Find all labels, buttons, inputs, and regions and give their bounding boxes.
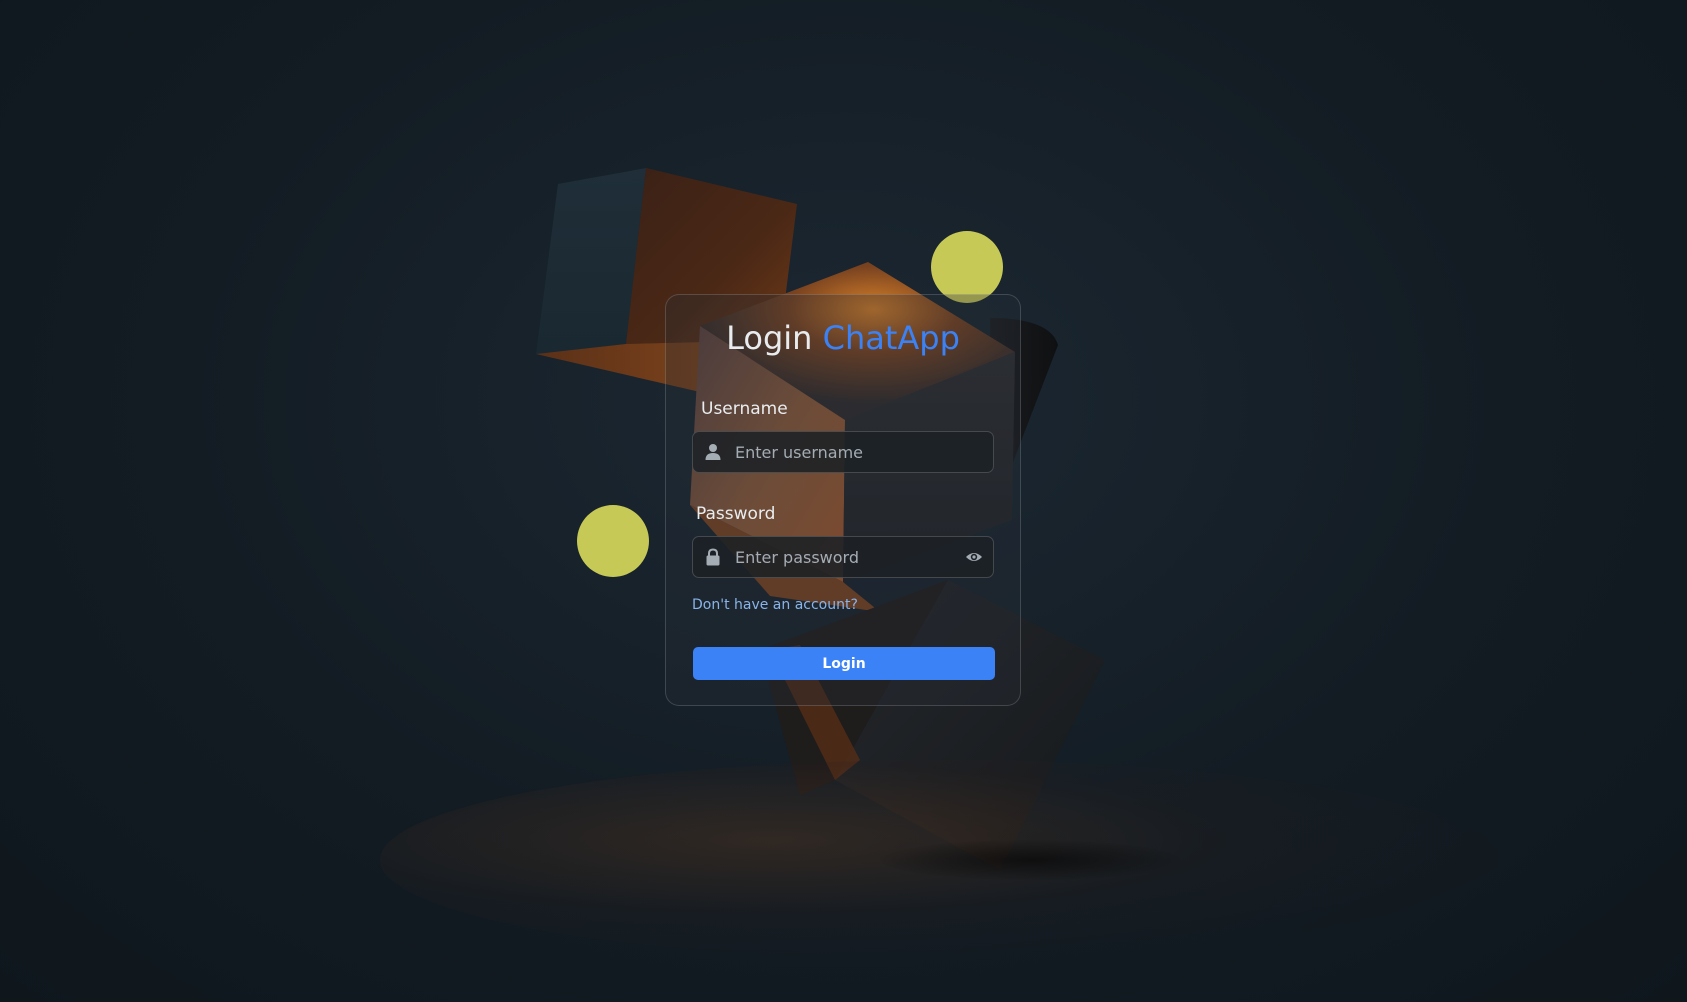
login-card: Login ChatApp Username Password Don't ha… (665, 294, 1021, 706)
username-input[interactable] (735, 432, 935, 472)
username-field-wrapper (692, 431, 994, 473)
title-prefix: Login (726, 319, 813, 357)
brand-name: ChatApp (822, 319, 960, 357)
user-icon (705, 444, 721, 460)
login-title: Login ChatApp (666, 319, 1020, 357)
password-label: Password (696, 504, 776, 524)
password-input[interactable] (735, 537, 935, 577)
eye-icon[interactable] (965, 549, 983, 565)
lock-icon (706, 548, 720, 566)
floor-shadow (880, 840, 1180, 880)
password-field-wrapper (692, 536, 994, 578)
decorative-circle-left (577, 505, 649, 577)
username-label: Username (701, 399, 788, 419)
login-button[interactable]: Login (693, 647, 995, 680)
signup-link[interactable]: Don't have an account? (692, 597, 858, 613)
decorative-circle-top (931, 231, 1003, 303)
